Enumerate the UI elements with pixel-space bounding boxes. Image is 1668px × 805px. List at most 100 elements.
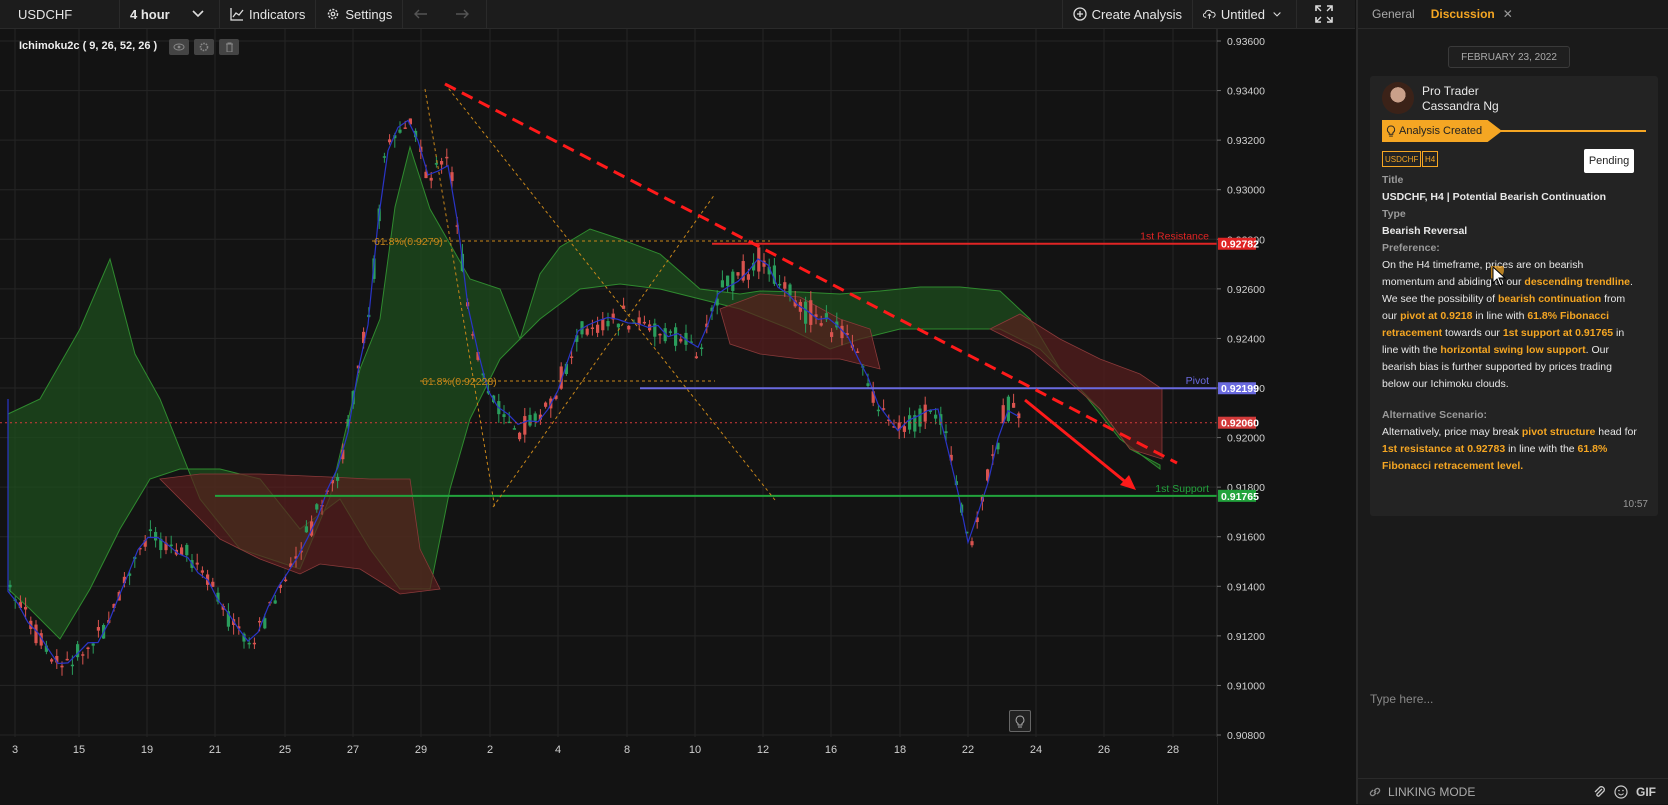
tab-discussion[interactable]: Discussion ✕ [1431, 7, 1513, 21]
candle-body [804, 301, 808, 324]
preference-text: On the H4 timeframe, prices are on beari… [1382, 257, 1638, 393]
date-tick-label: 3 [12, 744, 18, 756]
candle-body [570, 356, 574, 358]
candle-body [746, 274, 750, 280]
candle-body [70, 664, 74, 667]
chart-canvas[interactable]: 1st Resistance Pivot 1st Support 61.8%(0.92… [0, 29, 1355, 804]
lightbulb-icon [1015, 714, 1025, 727]
date-tick-label: 28 [1167, 744, 1179, 756]
emoji-icon[interactable] [1614, 785, 1628, 799]
undo-button[interactable] [403, 0, 443, 28]
pending-button[interactable]: Pending [1584, 149, 1634, 173]
redo-button[interactable] [443, 0, 488, 28]
indicator-legend: Ichimoku2c ( 9, 26, 52, 26 ) [19, 40, 158, 52]
settings-label: Settings [345, 6, 393, 22]
support-price-value: 0.91765 [1221, 491, 1259, 503]
candle-body [273, 600, 277, 604]
alt-scenario-text: Alternatively, price may break pivot str… [1382, 424, 1638, 475]
candle-body [970, 541, 974, 546]
analysis-card: Pro Trader Cassandra Ng Analysis Created… [1370, 76, 1658, 516]
candle-body [622, 305, 626, 309]
text-run: in line with [1472, 310, 1528, 322]
candle-body [398, 129, 402, 133]
type-label: Type [1382, 208, 1406, 220]
highlight-text: descending trendline [1524, 276, 1631, 288]
candle-body [783, 282, 787, 289]
price-tick-label: 0.91600 [1227, 532, 1265, 544]
highlight-text: 1st resistance at 0.92783 [1382, 443, 1506, 455]
alt-scenario-label: Alternative Scenario: [1382, 409, 1488, 421]
status-line [1500, 130, 1646, 132]
candle-body [627, 325, 631, 330]
price-tick-label: 0.92400 [1227, 333, 1265, 345]
layout-selector[interactable]: Untitled [1193, 0, 1297, 28]
candle-body [81, 654, 85, 656]
linking-mode-label[interactable]: LINKING MODE [1388, 785, 1475, 799]
gear-icon [328, 8, 339, 20]
candle-body [247, 642, 251, 645]
candle-body [528, 414, 532, 426]
redo-icon [456, 9, 470, 19]
price-chart[interactable]: 1st Resistance Pivot 1st Support 61.8%(0.92… [0, 29, 1355, 804]
message-input[interactable]: Type here... [1358, 686, 1668, 712]
close-icon[interactable]: ✕ [1503, 7, 1513, 21]
candle-body [736, 272, 740, 276]
highlight-text: horizontal swing low support [1440, 344, 1586, 356]
candle-body [918, 408, 922, 427]
candle-body [1006, 396, 1010, 422]
indicators-button[interactable]: Indicators [220, 0, 317, 28]
candle-body [674, 327, 678, 346]
candle-body [533, 413, 537, 421]
highlight-text: bearish continuation [1497, 293, 1602, 305]
price-tick-label: 0.93600 [1227, 36, 1265, 48]
plus-circle-icon [1073, 7, 1087, 21]
ichimoku-cloud-bearish [159, 293, 1163, 595]
indicator-delete-button[interactable] [219, 39, 239, 55]
text-run: head for [1595, 426, 1637, 438]
settings-button[interactable]: Settings [316, 0, 404, 28]
ichimoku-conversion-line [7, 119, 1019, 665]
gif-button[interactable]: GIF [1636, 785, 1656, 799]
candle-body [726, 275, 730, 287]
candle-body [388, 139, 392, 143]
candle-body [304, 526, 308, 533]
candle-body [86, 647, 90, 650]
chevron-down-icon [1273, 11, 1281, 17]
candle-body [263, 618, 267, 629]
timeframe-selector[interactable]: 4 hour [120, 0, 220, 28]
candle-body [440, 161, 444, 165]
candle-body [523, 416, 527, 435]
candle-body [434, 163, 438, 165]
candle-body [544, 402, 548, 407]
chart-toolbar: USDCHF 4 hour Indicators Settings Create… [0, 0, 1355, 29]
indicator-settings-button[interactable] [194, 39, 214, 55]
candle-body [382, 156, 386, 158]
trash-icon [225, 42, 233, 52]
fullscreen-button[interactable] [1297, 0, 1355, 28]
create-analysis-button[interactable]: Create Analysis [1061, 0, 1193, 28]
attach-icon[interactable] [1592, 785, 1606, 799]
candle-body [642, 321, 646, 324]
link-icon[interactable] [1368, 785, 1382, 799]
message-time: 10:57 [1622, 499, 1648, 510]
candle-body [601, 319, 605, 331]
candle-body [154, 531, 158, 541]
date-tick-label: 16 [825, 744, 837, 756]
candle-body [24, 606, 28, 610]
indicator-visibility-button[interactable] [169, 39, 189, 55]
tab-general[interactable]: General [1372, 7, 1415, 21]
candle-body [65, 658, 69, 661]
candle-body [596, 324, 600, 333]
fib-label: 61.8%(0.9279) [374, 236, 443, 248]
date-tick-label: 19 [141, 744, 153, 756]
analysis-title: USDCHF, H4 | Potential Bearish Continuat… [1382, 191, 1607, 203]
candle-body [658, 333, 662, 336]
idea-bulb-button[interactable] [1009, 710, 1031, 732]
price-tick-label: 0.93400 [1227, 86, 1265, 98]
candle-body [185, 544, 189, 556]
price-tick-label: 0.92600 [1227, 284, 1265, 296]
fib-label: 61.8%(0.92228) [422, 376, 497, 388]
candle-body [934, 414, 938, 419]
indicators-label: Indicators [249, 6, 306, 22]
symbol-selector[interactable]: USDCHF [0, 0, 120, 28]
